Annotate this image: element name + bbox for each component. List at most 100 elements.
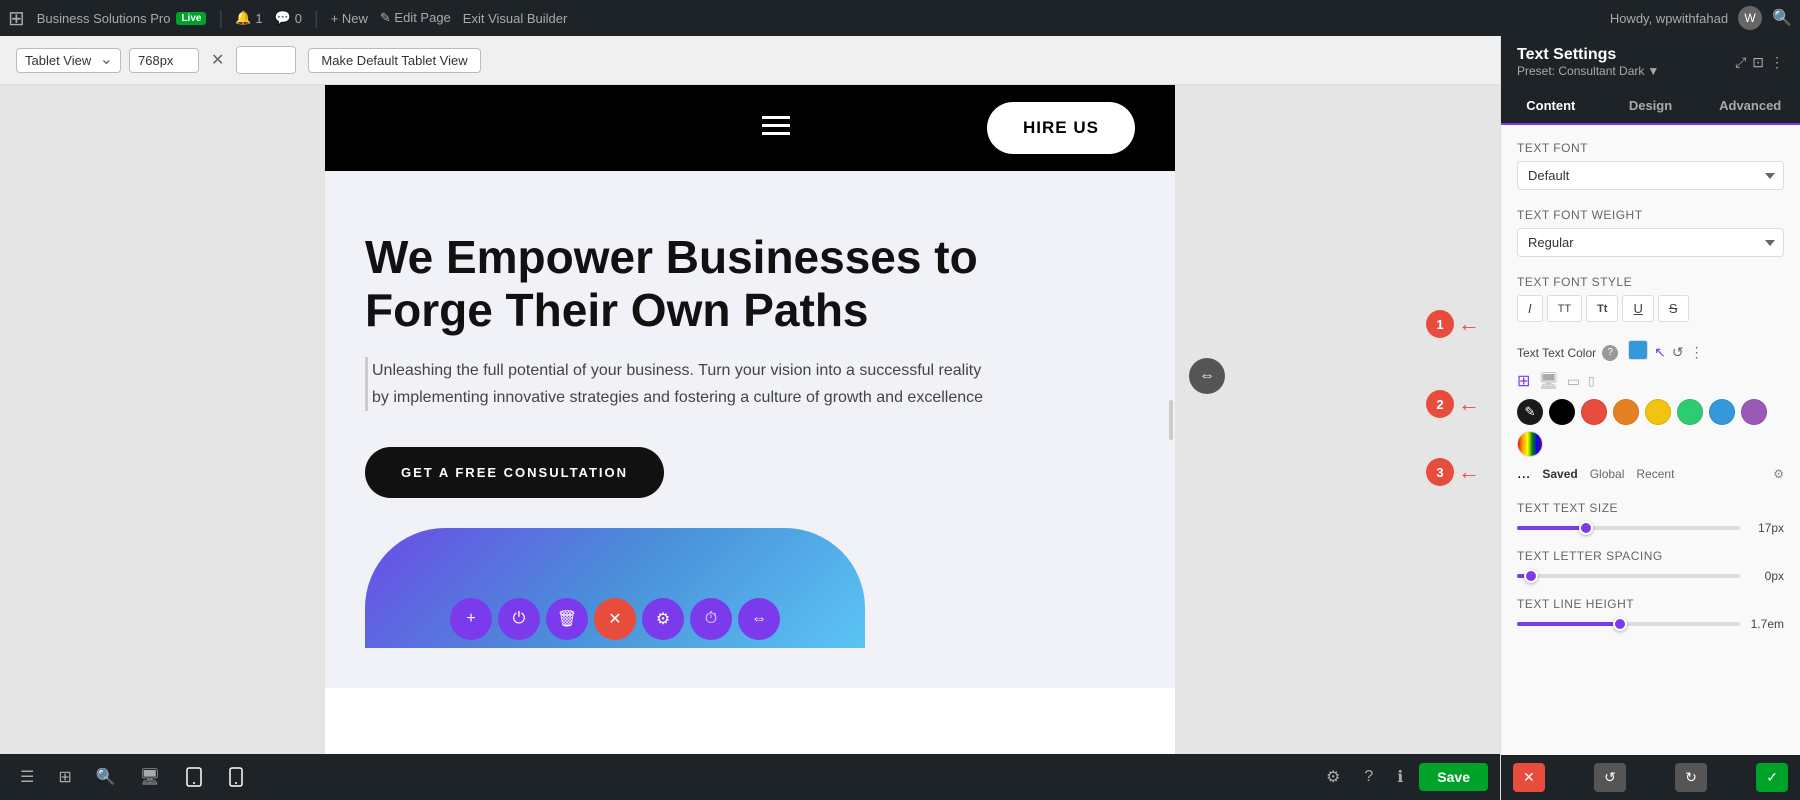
- settings-element-button[interactable]: ⚙: [642, 598, 684, 640]
- mobile-view-button[interactable]: [220, 763, 252, 791]
- panel-body: Text Font Default Text Font Weight Regul…: [1501, 125, 1800, 755]
- tablet-icon: [184, 767, 204, 787]
- add-element-button[interactable]: +: [450, 598, 492, 640]
- resize-handle-right[interactable]: [1167, 85, 1175, 754]
- color-help-icon[interactable]: ?: [1602, 345, 1618, 361]
- new-button[interactable]: + New: [331, 11, 368, 26]
- consultation-button[interactable]: GET A FREE CONSULTATION: [365, 447, 664, 498]
- panel-save-button[interactable]: ✓: [1756, 763, 1788, 792]
- panel-tabs: Content Design Advanced: [1501, 88, 1800, 125]
- device-desktop-icon[interactable]: 🖥: [1538, 371, 1558, 391]
- site-name[interactable]: Business Solutions Pro Live: [37, 11, 207, 26]
- view-select[interactable]: Tablet View: [16, 48, 121, 73]
- line-height-slider[interactable]: [1517, 622, 1740, 626]
- transform-element-button[interactable]: ⇔: [738, 598, 780, 640]
- strikethrough-button[interactable]: S: [1658, 295, 1689, 322]
- swatch-green[interactable]: [1677, 399, 1703, 425]
- power-element-button[interactable]: ⏻: [498, 598, 540, 640]
- underline-button[interactable]: U: [1622, 295, 1653, 322]
- device-mobile-icon[interactable]: ▯: [1588, 374, 1595, 388]
- color-recent-tab[interactable]: Recent: [1636, 467, 1674, 481]
- color-cursor-icon[interactable]: ↖: [1654, 344, 1666, 361]
- notification-icon: 🔔: [235, 10, 251, 26]
- text-color-label-row: Text Text Color ? ↖ ↺ ⋮: [1517, 340, 1784, 365]
- view-width-input[interactable]: [129, 48, 199, 73]
- color-settings-icon[interactable]: ⚙: [1773, 467, 1784, 481]
- avatar[interactable]: W: [1738, 6, 1762, 30]
- color-saved-tab[interactable]: Saved: [1542, 467, 1577, 481]
- panel-reset-button[interactable]: ↺: [1594, 763, 1626, 792]
- panel-expand-icon[interactable]: ⤢: [1735, 54, 1746, 71]
- admin-bar: ⊞ Business Solutions Pro Live | 🔔 1 💬 0 …: [0, 0, 1800, 36]
- edit-page-label: ✎ Edit Page: [380, 10, 451, 26]
- admin-search-icon[interactable]: 🔍: [1772, 8, 1792, 28]
- color-more-icon[interactable]: ⋮: [1690, 344, 1704, 361]
- help-bottom-button[interactable]: ?: [1356, 764, 1381, 790]
- settings-bottom-button[interactable]: ⚙: [1318, 763, 1348, 791]
- tab-content[interactable]: Content: [1501, 88, 1601, 125]
- swatch-custom-color[interactable]: [1517, 431, 1543, 457]
- panel-preset[interactable]: Preset: Consultant Dark ▼: [1517, 64, 1659, 78]
- swatch-red[interactable]: [1581, 399, 1607, 425]
- panel-redo-button[interactable]: ↻: [1675, 763, 1707, 792]
- color-global-tab[interactable]: Global: [1590, 467, 1625, 481]
- text-font-label: Text Font: [1517, 141, 1784, 155]
- title-case-button[interactable]: Tt: [1586, 295, 1618, 322]
- notifications-item[interactable]: 🔔 1: [235, 10, 262, 26]
- device-all-icon[interactable]: ⊞: [1517, 371, 1530, 391]
- modules-icon: ⊞: [58, 767, 71, 787]
- letter-spacing-section: Text Letter Spacing 0px: [1517, 549, 1784, 583]
- text-size-thumb[interactable]: [1579, 521, 1593, 535]
- color-tabs: ... Saved Global Recent ⚙: [1517, 465, 1784, 483]
- swatch-yellow[interactable]: [1645, 399, 1671, 425]
- panel-header-icons: ⤢ ⊡ ⋮: [1735, 54, 1784, 71]
- view-resize-handle[interactable]: [236, 46, 296, 74]
- save-button[interactable]: Save: [1419, 763, 1488, 791]
- panel-cancel-button[interactable]: ✕: [1513, 763, 1545, 792]
- swatch-purple[interactable]: [1741, 399, 1767, 425]
- page-menu-icon[interactable]: [762, 116, 790, 141]
- builder-menu-button[interactable]: ☰: [12, 763, 42, 791]
- swatch-orange[interactable]: [1613, 399, 1639, 425]
- tab-advanced[interactable]: Advanced: [1700, 88, 1800, 123]
- swatch-blue[interactable]: [1709, 399, 1735, 425]
- color-active-swatch[interactable]: [1628, 340, 1648, 365]
- site-name-text: Business Solutions Pro: [37, 11, 171, 26]
- panel-header-left: Text Settings Preset: Consultant Dark ▼: [1517, 46, 1659, 78]
- letter-spacing-thumb[interactable]: [1524, 569, 1538, 583]
- text-font-select[interactable]: Default: [1517, 161, 1784, 190]
- italic-button[interactable]: I: [1517, 295, 1543, 322]
- edit-page-button[interactable]: ✎ Edit Page: [380, 10, 451, 26]
- exit-builder-button[interactable]: Exit Visual Builder: [463, 11, 568, 26]
- color-pen-tool[interactable]: ✎: [1517, 399, 1543, 425]
- builder-bottom-bar: ☰ ⊞ 🔍 🖥: [0, 754, 1500, 800]
- line-height-thumb[interactable]: [1613, 617, 1627, 631]
- delete-element-button[interactable]: 🗑: [546, 598, 588, 640]
- view-clear-button[interactable]: ✕: [207, 48, 228, 72]
- color-reset-icon[interactable]: ↺: [1672, 344, 1684, 361]
- desktop-view-button[interactable]: 🖥: [132, 763, 168, 791]
- text-font-weight-select[interactable]: Regular: [1517, 228, 1784, 257]
- help2-bottom-button[interactable]: ℹ: [1389, 763, 1411, 791]
- panel-split-icon[interactable]: ⊡: [1752, 54, 1764, 71]
- panel-more-icon[interactable]: ⋮: [1770, 54, 1784, 71]
- builder-search-button[interactable]: 🔍: [88, 763, 124, 791]
- history-element-button[interactable]: ⏱: [690, 598, 732, 640]
- hire-us-button[interactable]: HIRE US: [987, 102, 1135, 154]
- make-default-button[interactable]: Make Default Tablet View: [308, 48, 480, 73]
- letter-spacing-slider[interactable]: [1517, 574, 1740, 578]
- close-element-button[interactable]: ✕: [594, 598, 636, 640]
- tablet-view-button[interactable]: [176, 763, 212, 791]
- panel-title: Text Settings: [1517, 46, 1659, 64]
- comments-item[interactable]: 💬 0: [275, 10, 302, 26]
- main-area: Tablet View ✕ Make Default Tablet View: [0, 36, 1800, 800]
- swatch-black[interactable]: [1549, 399, 1575, 425]
- resize-dot: [1169, 400, 1173, 440]
- builder-modules-button[interactable]: ⊞: [50, 763, 79, 791]
- text-size-slider[interactable]: [1517, 526, 1740, 530]
- all-caps-button[interactable]: TT: [1547, 295, 1582, 322]
- menu-icon: ☰: [20, 767, 34, 787]
- wp-logo-icon[interactable]: ⊞: [8, 6, 25, 31]
- tab-design[interactable]: Design: [1601, 88, 1701, 123]
- device-tablet-icon[interactable]: ▭: [1567, 373, 1580, 390]
